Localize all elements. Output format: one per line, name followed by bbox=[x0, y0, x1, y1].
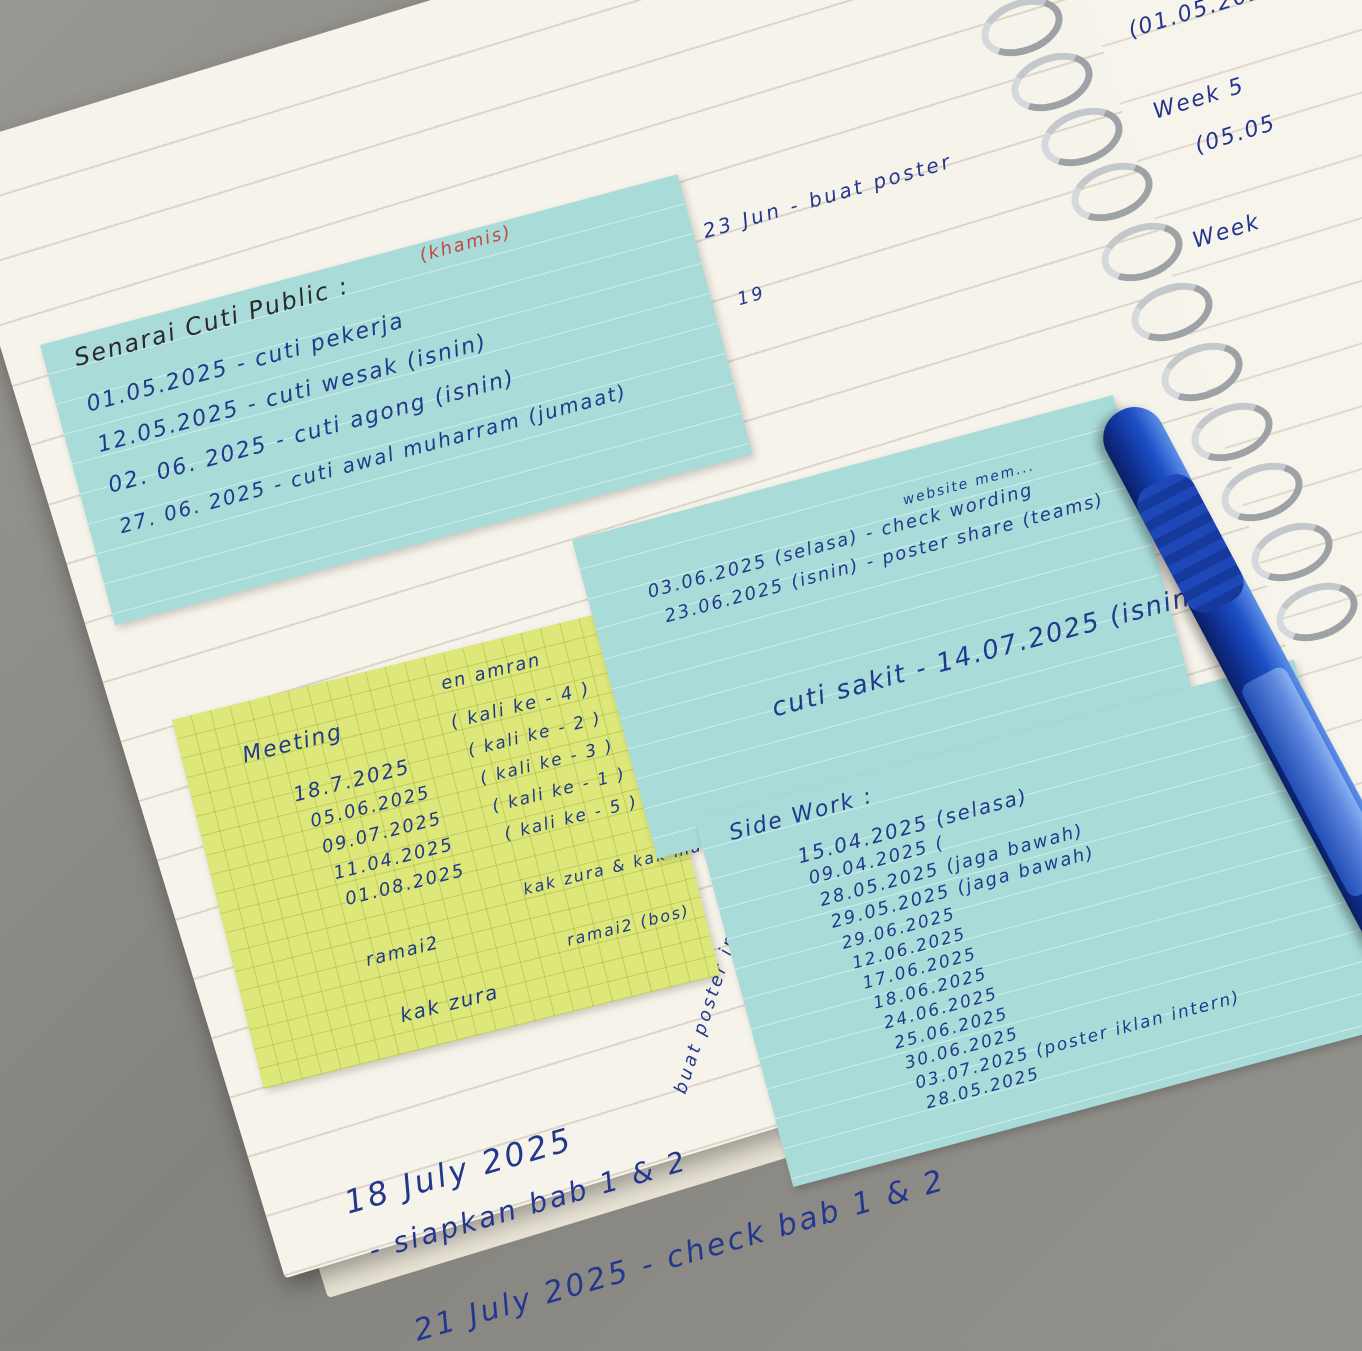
note-title: Meeting bbox=[239, 719, 346, 769]
right-page-text-4: Week bbox=[1189, 209, 1264, 254]
meeting-ramai-bos: ramai2 (bos) bbox=[564, 900, 692, 950]
task-line: 23.06.2025 (isnin) - poster share (teams… bbox=[662, 489, 1107, 628]
meeting-ramai: ramai2 bbox=[363, 932, 442, 971]
right-page-text-1: (01.05.2025 bbox=[1125, 0, 1283, 44]
meeting-top-label: en amran bbox=[438, 649, 544, 695]
meeting-kak-zura: kak zura bbox=[397, 979, 502, 1028]
right-page-text-2: Week 5 bbox=[1150, 73, 1248, 125]
photo-scene: (01.05.2025 Week 5 (05.05 Week 23 Jun - … bbox=[0, 0, 1362, 1351]
right-page-text-3: (05.05 bbox=[1192, 110, 1280, 159]
